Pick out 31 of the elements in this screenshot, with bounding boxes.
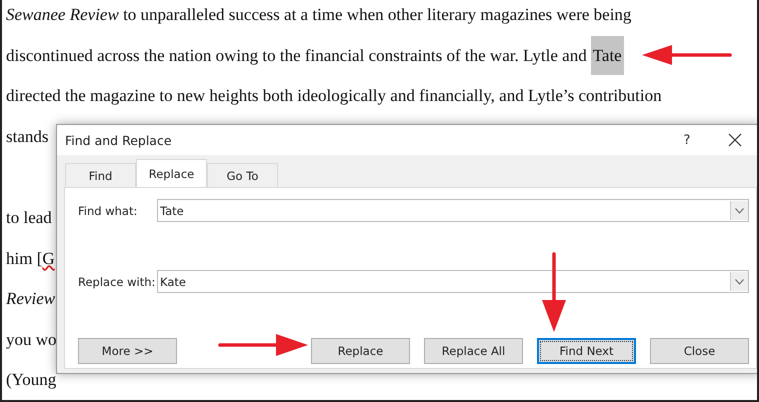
- document-text: stands: [6, 126, 48, 146]
- dialog-button[interactable]: Replace: [311, 338, 410, 364]
- document-text: you wo: [6, 330, 57, 349]
- dialog-button[interactable]: Replace All: [424, 338, 523, 364]
- document-text: (Young: [6, 370, 56, 390]
- document-text: to lead: [6, 208, 52, 227]
- dropdown-icon[interactable]: [730, 272, 748, 291]
- field-label: Replace with:: [78, 274, 156, 288]
- document-text: directed the magazine to new heights both ideologically and financially, and Lytle’s contribution: [6, 86, 662, 106]
- dropdown-icon[interactable]: [730, 201, 748, 220]
- document-text: discontinued across the nation owing to the financial constraints of the war. Lytle and: [6, 46, 587, 65]
- arrow-icon: [642, 45, 732, 65]
- document-text: Sewanee Review to unparalleled success at a time when other literary magazines were being: [6, 5, 632, 24]
- field-label: Find what:: [78, 204, 138, 218]
- dialog-button[interactable]: More >>: [78, 338, 177, 364]
- tab[interactable]: Go To: [207, 163, 278, 187]
- dialog-button[interactable]: Close: [650, 338, 749, 364]
- misspelled-text: G: [42, 248, 55, 268]
- window-title: Find and Replace: [65, 132, 173, 148]
- dialog-button[interactable]: Find Next: [537, 338, 636, 364]
- tab[interactable]: Find: [65, 163, 136, 187]
- help-button[interactable]: ?: [663, 125, 711, 155]
- combo-field[interactable]: Tate: [157, 199, 749, 222]
- document-text: Review: [6, 289, 56, 308]
- close-icon[interactable]: [728, 133, 742, 147]
- document-text: him [: [6, 248, 42, 268]
- tab[interactable]: Replace: [136, 159, 207, 187]
- highlighted-text: Tate: [590, 36, 624, 75]
- arrow-icon: [218, 334, 308, 356]
- combo-field[interactable]: Kate: [157, 270, 749, 293]
- arrow-icon: [542, 252, 566, 332]
